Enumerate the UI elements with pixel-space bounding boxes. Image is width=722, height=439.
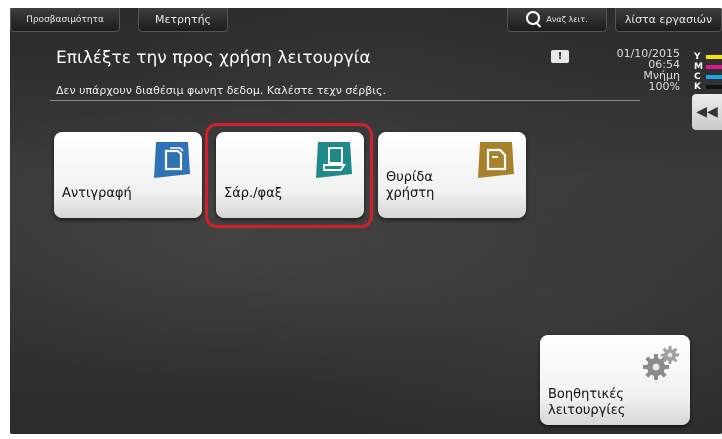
datetime-memory: 01/10/2015 06:54 Μνήμη 100% xyxy=(600,48,680,92)
search-label: Αναζ λειτ. xyxy=(546,15,588,24)
copy-icon xyxy=(154,142,190,178)
divider xyxy=(50,100,640,101)
gear-icon xyxy=(643,346,679,380)
toner-magenta: M xyxy=(694,62,722,72)
copy-label: Αντιγραφή xyxy=(62,186,132,201)
user-box-icon xyxy=(478,142,514,178)
user-box-label: Θυρίδα χρήστη xyxy=(386,170,435,201)
toner-magenta-bar xyxy=(706,65,722,69)
toner-yellow-bar xyxy=(706,55,722,59)
double-chevron-left-icon: ◀◀ xyxy=(696,104,718,120)
status-message: Δεν υπάρχουν διαθέσιμ φωνητ δεδομ. Καλέσ… xyxy=(56,84,386,97)
copy-tile[interactable]: Αντιγραφή xyxy=(54,132,202,218)
utility-label: Βοηθητικές λειτουργίες xyxy=(548,387,626,418)
toner-black: K xyxy=(694,82,722,92)
function-search-button[interactable]: Αναζ λειτ. xyxy=(507,8,607,32)
warning-icon[interactable]: ! xyxy=(551,50,569,63)
toner-black-bar xyxy=(706,85,722,89)
toner-levels: Y M C K xyxy=(694,52,722,92)
toner-cyan: C xyxy=(694,72,722,82)
page-title: Επιλέξτε την προς χρήση λειτουργία xyxy=(56,48,371,68)
control-panel-screen: Προσβασιμότητα Μετρητής Αναζ λειτ. λίστα… xyxy=(10,8,722,434)
memory-value: 100% xyxy=(648,80,680,93)
accessibility-button[interactable]: Προσβασιμότητα xyxy=(10,8,120,32)
job-list-button[interactable]: λίστα εργασιών xyxy=(615,8,722,32)
utility-tile[interactable]: Βοηθητικές λειτουργίες xyxy=(540,335,690,425)
search-icon xyxy=(526,10,541,25)
toner-yellow: Y xyxy=(694,52,722,62)
toner-cyan-bar xyxy=(706,75,722,79)
side-panel-toggle[interactable]: ◀◀ xyxy=(692,94,722,130)
selection-highlight xyxy=(205,123,373,228)
user-box-tile[interactable]: Θυρίδα χρήστη xyxy=(378,132,526,218)
counter-button[interactable]: Μετρητής xyxy=(138,8,228,32)
